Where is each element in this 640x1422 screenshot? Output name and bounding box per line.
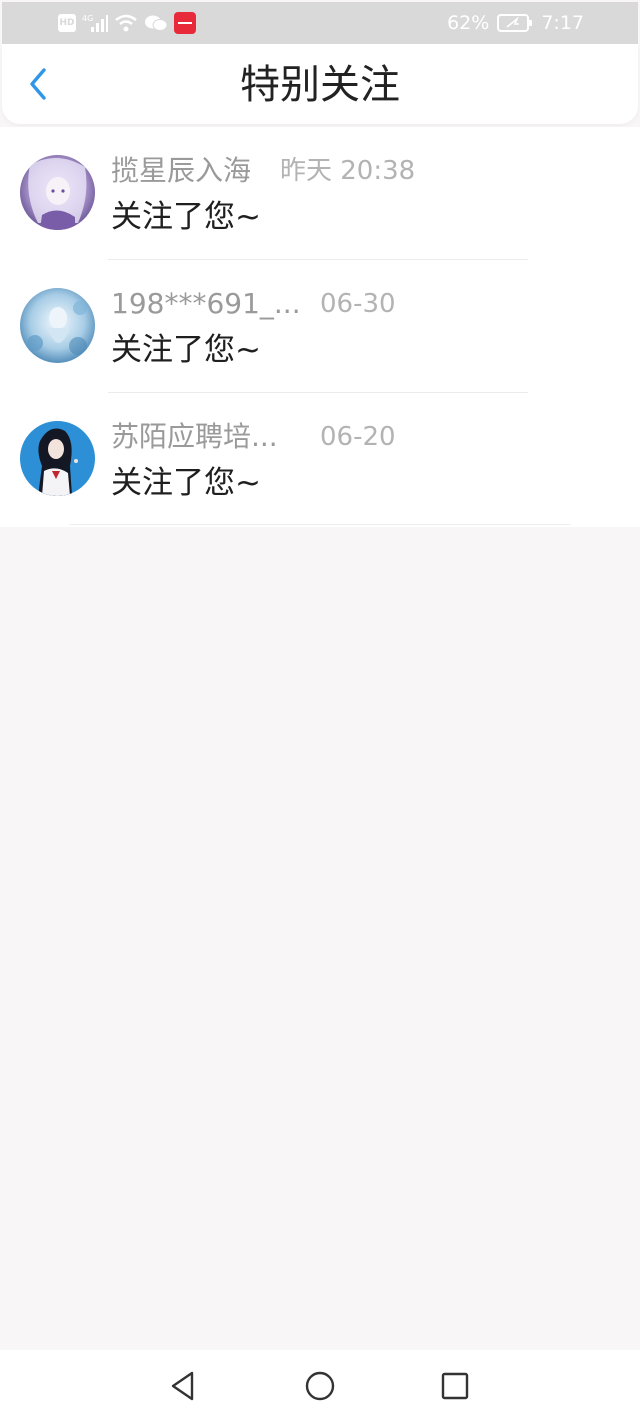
status-icons-left: HD 4G xyxy=(58,12,196,34)
list-item[interactable]: 198***691_... 06-30 关注了您~ xyxy=(0,260,640,393)
timestamp: 06-30 xyxy=(320,289,396,319)
nav-recents-button[interactable] xyxy=(435,1366,475,1406)
home-circle-icon xyxy=(305,1371,335,1401)
battery-icon xyxy=(497,13,533,33)
user-name[interactable]: 198***691_... xyxy=(111,286,301,322)
wechat-icon xyxy=(144,13,168,33)
status-bar: HD 4G 62% 7:17 xyxy=(2,2,638,44)
girl-blue-background-avatar[interactable] xyxy=(20,421,95,496)
system-nav-bar xyxy=(0,1350,640,1422)
app-notification-icon xyxy=(174,12,196,34)
battery-percent: 62% xyxy=(447,12,490,34)
header: 特别关注 xyxy=(2,44,638,124)
timestamp: 06-20 xyxy=(320,422,396,452)
back-triangle-icon xyxy=(171,1371,194,1401)
user-name[interactable]: 苏陌应聘培... xyxy=(111,419,278,455)
action-text: 关注了您~ xyxy=(111,332,261,368)
follow-list: 揽星辰入海 昨天 20:38 关注了您~ 198***691_... 06-30… xyxy=(0,127,640,527)
clock-time: 7:17 xyxy=(541,12,584,34)
page-title: 特别关注 xyxy=(240,62,400,108)
user-name[interactable]: 揽星辰入海 xyxy=(111,153,251,189)
ice-blue-avatar[interactable] xyxy=(20,288,95,363)
nav-home-button[interactable] xyxy=(300,1366,340,1406)
nav-back-button[interactable] xyxy=(163,1366,203,1406)
list-item[interactable]: 揽星辰入海 昨天 20:38 关注了您~ xyxy=(0,127,640,260)
hd-icon: HD xyxy=(58,14,76,32)
list-item[interactable]: 苏陌应聘培... 06-20 关注了您~ xyxy=(0,393,640,526)
network-type-label: 4G xyxy=(82,14,93,23)
anime-girl-purple-avatar[interactable] xyxy=(20,155,95,230)
timestamp: 昨天 20:38 xyxy=(280,156,416,186)
recents-square-icon xyxy=(441,1372,469,1400)
divider xyxy=(70,524,570,525)
action-text: 关注了您~ xyxy=(111,465,261,501)
wifi-icon xyxy=(114,13,138,33)
signal-icon: 4G xyxy=(82,13,108,33)
action-text: 关注了您~ xyxy=(111,199,261,235)
status-icons-right: 62% 7:17 xyxy=(447,10,584,36)
